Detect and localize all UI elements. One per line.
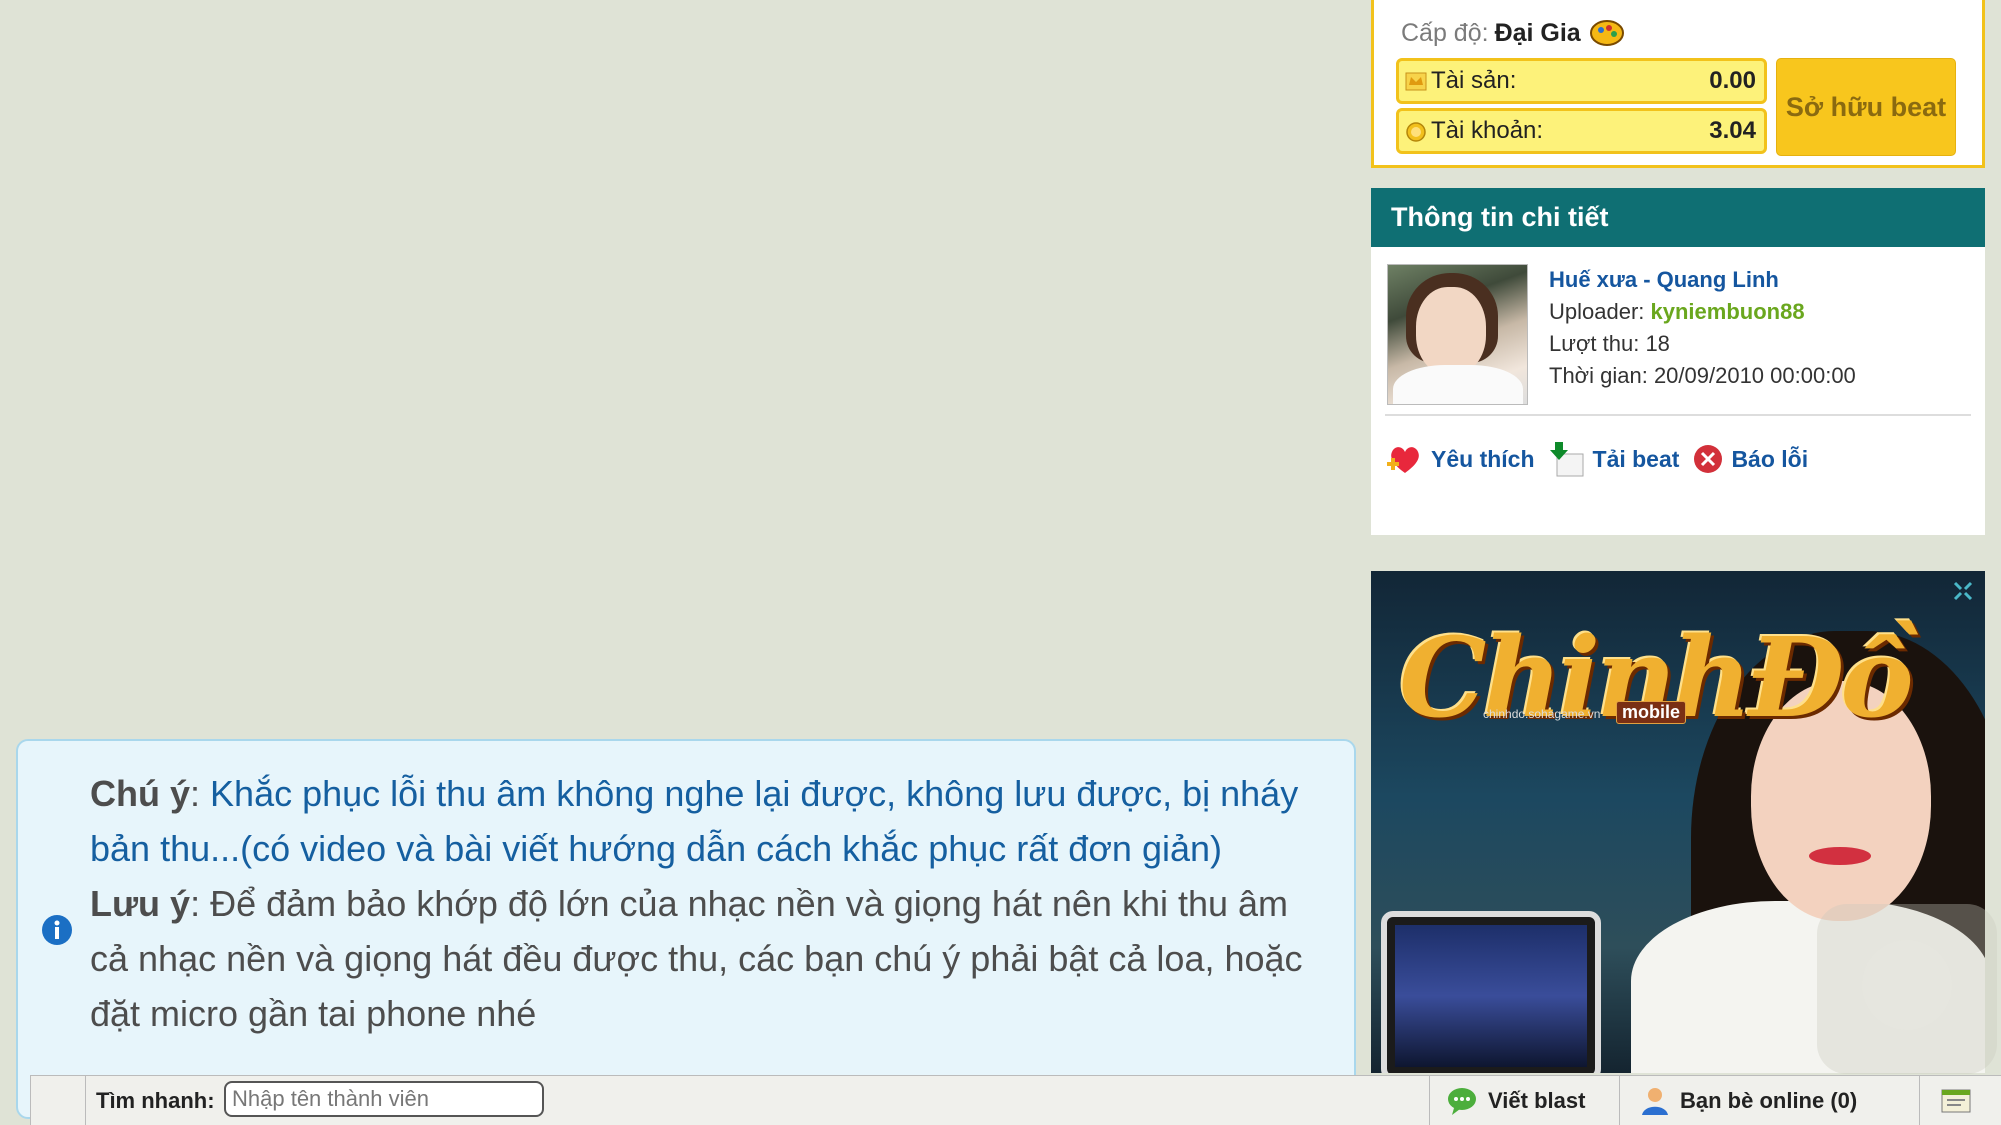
- avatar-shirt: [1393, 365, 1523, 404]
- uploader-label: Uploader:: [1549, 299, 1645, 324]
- notes-button[interactable]: [1919, 1076, 2001, 1125]
- ad-mobile-tag: mobile: [1616, 701, 1687, 724]
- ad-site-text: chinhdo.sohagame.vn: [1483, 707, 1601, 721]
- notepad-icon: [1941, 1089, 1971, 1113]
- notice-text: Chú ý: Khắc phục lỗi thu âm không nghe l…: [90, 766, 1320, 1041]
- error-x-icon: [1694, 445, 1723, 473]
- write-blast-button[interactable]: Viết blast: [1429, 1076, 1619, 1125]
- user-icon: [1642, 1088, 1668, 1115]
- recordings-label: Lượt thu:: [1549, 331, 1640, 356]
- level-row: Cấp độ: Đại Gia: [1401, 18, 1625, 48]
- heart-plus-icon: [1387, 447, 1419, 473]
- balance-row: Tài khoản: 3.04: [1396, 108, 1767, 154]
- member-search-input[interactable]: [224, 1081, 544, 1117]
- favorite-button[interactable]: Yêu thích: [1385, 442, 1535, 476]
- own-beat-button[interactable]: Sở hữu beat: [1776, 58, 1956, 156]
- friends-online-label: Bạn bè online (0): [1680, 1088, 1858, 1113]
- assets-value: 0.00: [1709, 67, 1756, 94]
- uploader-avatar[interactable]: [1387, 264, 1528, 405]
- download-beat-button[interactable]: Tải beat: [1547, 440, 1680, 478]
- time-value: 20/09/2010 00:00:00: [1653, 363, 1856, 388]
- detail-panel: Thông tin chi tiết Huế xưa - Quang Linh …: [1371, 188, 1985, 535]
- ad-model-lips: [1809, 847, 1871, 865]
- song-info: Huế xưa - Quang Linh Uploader: kyniembuo…: [1549, 264, 1856, 392]
- chat-bubble-icon: [1448, 1088, 1476, 1115]
- crown-icon: [1405, 72, 1427, 91]
- download-icon: [1549, 442, 1584, 477]
- coin-icon: [1406, 122, 1426, 142]
- toolbar-left-cap: [31, 1076, 86, 1125]
- note2-text: Để đảm bảo khớp độ lớn của nhạc nền và g…: [90, 883, 1303, 1034]
- favorite-label: Yêu thích: [1431, 445, 1535, 472]
- note1-keyword: Chú ý: [90, 773, 191, 814]
- ad-close-icon[interactable]: [1949, 577, 1977, 605]
- detail-header: Thông tin chi tiết: [1371, 188, 1985, 247]
- action-bar: Yêu thích Tải beat Báo lỗi: [1385, 440, 1820, 478]
- floating-scroll-knob[interactable]: [1862, 940, 1952, 1030]
- song-title-link[interactable]: Huế xưa - Quang Linh: [1549, 267, 1779, 292]
- level-value: Đại Gia: [1494, 18, 1581, 47]
- balance-value: 3.04: [1709, 117, 1756, 144]
- notice-item-1: Chú ý: Khắc phục lỗi thu âm không nghe l…: [90, 773, 1299, 869]
- balance-label: Tài khoản:: [1431, 117, 1544, 144]
- note2-keyword: Lưu ý: [90, 883, 191, 924]
- uploader-name-link[interactable]: kyniembuon88: [1651, 299, 1805, 324]
- note1-link[interactable]: Khắc phục lỗi thu âm không nghe lại được…: [90, 773, 1298, 869]
- recordings-value: 18: [1645, 331, 1670, 356]
- download-label: Tải beat: [1592, 445, 1680, 472]
- divider: [1385, 414, 1971, 416]
- assets-label: Tài sản:: [1431, 67, 1517, 94]
- level-label: Cấp độ:: [1401, 18, 1489, 47]
- friends-online-button[interactable]: Bạn bè online (0): [1619, 1076, 1919, 1125]
- assets-row: Tài sản: 0.00: [1396, 58, 1767, 104]
- info-icon: [42, 915, 72, 945]
- ad-tablet-image: [1381, 911, 1601, 1073]
- notice-item-2: Lưu ý: Để đảm bảo khớp độ lớn của nhạc n…: [90, 883, 1303, 1034]
- notice-box: Chú ý: Khắc phục lỗi thu âm không nghe l…: [16, 739, 1356, 1119]
- report-error-button[interactable]: Báo lỗi: [1691, 442, 1808, 476]
- bottom-toolbar: Tìm nhanh: Viết blast Bạn bè online (0): [30, 1075, 2001, 1125]
- avatar-face: [1416, 287, 1486, 375]
- time-label: Thời gian:: [1549, 363, 1648, 388]
- ad-tablet-screen: [1395, 925, 1587, 1067]
- account-panel: Cấp độ: Đại Gia Tài sản: 0.00 Tài khoản:…: [1371, 0, 1985, 168]
- level-badge-icon: [1589, 20, 1624, 46]
- write-blast-label: Viết blast: [1488, 1088, 1586, 1113]
- quick-search-label: Tìm nhanh:: [96, 1088, 215, 1113]
- report-label: Báo lỗi: [1731, 445, 1809, 472]
